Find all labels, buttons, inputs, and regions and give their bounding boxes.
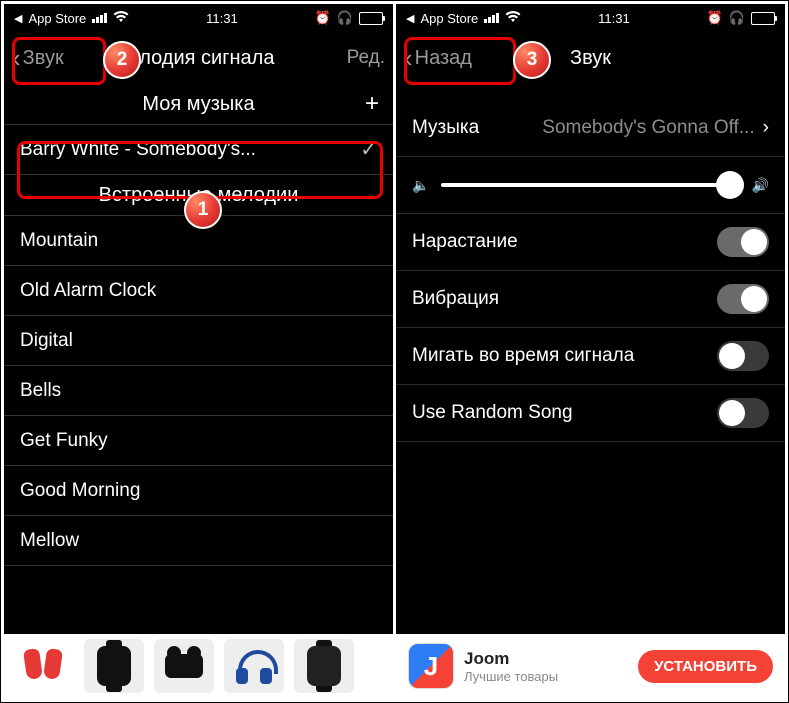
cell-signal-icon (92, 13, 107, 23)
list-item-label: Bells (20, 380, 61, 402)
left-phone: ◀ App Store 11:31 ⏰ 🎧 ‹ Звук ...лодия си… (4, 4, 393, 698)
right-phone: ◀ App Store 11:31 ⏰ 🎧 ‹ Назад Звук Музык… (396, 4, 785, 698)
headphones-icon: 🎧 (729, 10, 745, 26)
list-item[interactable]: Digital (4, 316, 393, 366)
back-label: Назад (415, 47, 472, 70)
chevron-right-icon: › (763, 117, 769, 139)
wifi-icon (505, 11, 521, 26)
headphones-icon: 🎧 (337, 10, 353, 26)
ad-title: Joom (464, 649, 558, 669)
back-to-app-label[interactable]: App Store (420, 11, 478, 26)
battery-icon (359, 12, 383, 25)
checkmark-icon: ✓ (360, 137, 377, 162)
back-button[interactable]: ‹ Назад (404, 45, 472, 71)
music-label: Музыка (412, 117, 479, 139)
vibration-label: Вибрация (412, 288, 499, 310)
fade-in-toggle[interactable] (717, 227, 769, 257)
joom-logo-icon: J (408, 643, 454, 689)
fade-in-row: Нарастание (396, 214, 785, 271)
step-badge-2: 2 (103, 41, 141, 79)
list-item-label: Digital (20, 330, 73, 352)
ad-subtitle: Лучшие товары (464, 669, 558, 684)
volume-high-icon: 🔊 (752, 177, 769, 194)
ad-product[interactable] (154, 639, 214, 693)
fade-in-label: Нарастание (412, 231, 518, 253)
ad-banner[interactable]: J Joom Лучшие товары УСТАНОВИТЬ (396, 634, 785, 698)
music-row[interactable]: Музыка Somebody's Gonna Off... › (396, 100, 785, 157)
vibration-toggle[interactable] (717, 284, 769, 314)
list-item[interactable]: Old Alarm Clock (4, 266, 393, 316)
list-item[interactable]: Mellow (4, 516, 393, 566)
ad-product[interactable] (14, 639, 74, 693)
ad-product[interactable] (84, 639, 144, 693)
flash-row: Мигать во время сигнала (396, 328, 785, 385)
random-row: Use Random Song (396, 385, 785, 442)
my-music-label: Моя музыка (142, 93, 254, 116)
ad-product[interactable] (294, 639, 354, 693)
volume-slider[interactable] (441, 183, 739, 187)
music-value: Somebody's Gonna Off... (479, 117, 762, 139)
edit-button[interactable]: Ред. (347, 47, 385, 69)
step-badge-3: 3 (513, 41, 551, 79)
battery-icon (751, 12, 775, 25)
install-button[interactable]: УСТАНОВИТЬ (638, 650, 773, 683)
stage: ◀ App Store 11:31 ⏰ 🎧 ‹ Звук ...лодия си… (0, 0, 789, 703)
random-toggle[interactable] (717, 398, 769, 428)
random-label: Use Random Song (412, 402, 573, 424)
list-item-label: Mountain (20, 230, 98, 252)
back-label: Звук (23, 47, 64, 70)
chevron-left-icon: ‹ (404, 45, 413, 71)
status-time: 11:31 (206, 11, 238, 26)
cell-signal-icon (484, 13, 499, 23)
status-bar: ◀ App Store 11:31 ⏰ 🎧 (396, 4, 785, 32)
volume-low-icon: 🔈 (412, 177, 429, 194)
back-to-app-icon[interactable]: ◀ (406, 12, 414, 25)
list-item-label: Get Funky (20, 430, 108, 452)
nav-bar: ‹ Назад Звук (396, 32, 785, 84)
nav-bar: ‹ Звук ...лодия сигнала Ред. (4, 32, 393, 84)
volume-thumb[interactable] (716, 171, 744, 199)
selected-track-label: Barry White - Somebody's... (20, 139, 256, 161)
vibration-row: Вибрация (396, 271, 785, 328)
back-to-app-icon[interactable]: ◀ (14, 12, 22, 25)
volume-row[interactable]: 🔈 🔊 (396, 157, 785, 214)
list-item-label: Mellow (20, 530, 79, 552)
alarm-icon: ⏰ (315, 10, 331, 26)
back-to-app-label[interactable]: App Store (28, 11, 86, 26)
step-badge-1: 1 (184, 191, 222, 229)
list-item[interactable]: Get Funky (4, 416, 393, 466)
list-item[interactable]: Good Morning (4, 466, 393, 516)
chevron-left-icon: ‹ (12, 45, 21, 71)
flash-label: Мигать во время сигнала (412, 345, 634, 367)
list-item-label: Old Alarm Clock (20, 280, 156, 302)
ad-banner[interactable] (4, 634, 393, 698)
ad-product[interactable] (224, 639, 284, 693)
wifi-icon (113, 11, 129, 26)
flash-toggle[interactable] (717, 341, 769, 371)
list-item[interactable]: Bells (4, 366, 393, 416)
alarm-icon: ⏰ (707, 10, 723, 26)
status-time: 11:31 (598, 11, 630, 26)
add-track-button[interactable]: + (365, 90, 379, 118)
selected-track-row[interactable]: Barry White - Somebody's... ✓ (4, 125, 393, 175)
list-item-label: Good Morning (20, 480, 140, 502)
status-bar: ◀ App Store 11:31 ⏰ 🎧 (4, 4, 393, 32)
my-music-header: Моя музыка + (4, 84, 393, 125)
back-button[interactable]: ‹ Звук (12, 45, 64, 71)
